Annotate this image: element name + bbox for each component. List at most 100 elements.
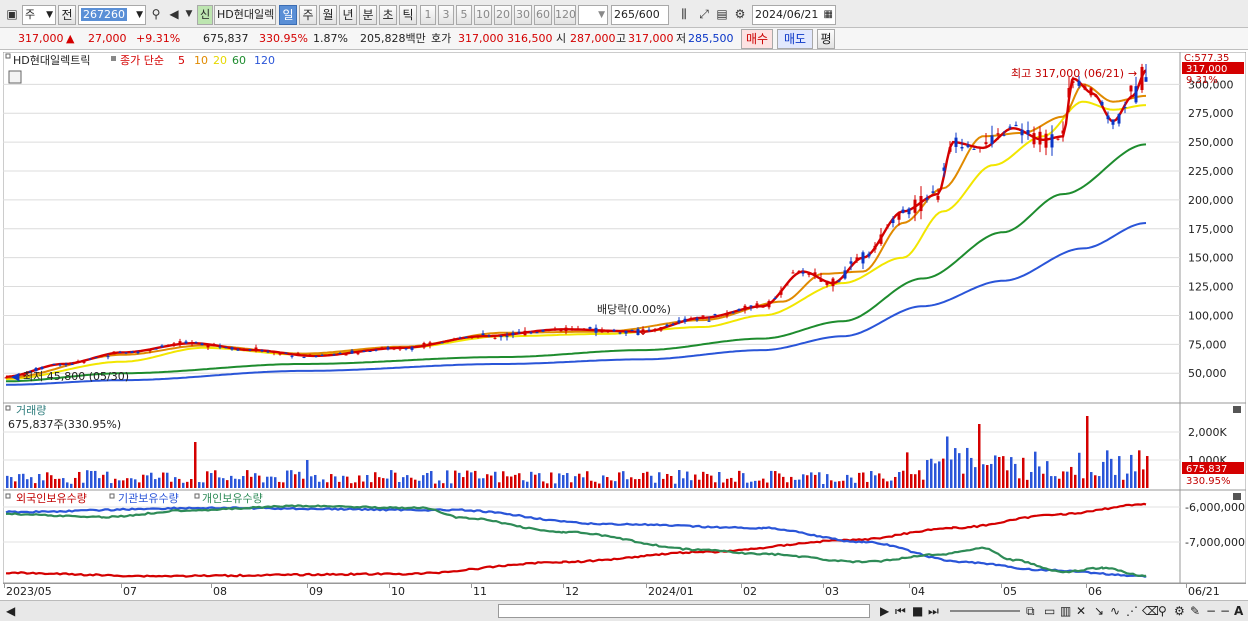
pane-close-icon[interactable] (1233, 406, 1241, 413)
sell-button[interactable]: 매도 (777, 29, 813, 49)
trendline-icon[interactable]: ↘ (1094, 602, 1104, 620)
line-tool-icon[interactable]: ∿ (1110, 602, 1120, 620)
interval-minute[interactable]: 분 (359, 5, 377, 25)
volume-bar (246, 470, 249, 488)
high-arrow-icon: → (1128, 67, 1137, 80)
x-tick-mark (4, 584, 5, 588)
n-20-button[interactable]: 20 (494, 5, 512, 25)
n-120-button[interactable]: 120 (554, 5, 576, 25)
buy-button[interactable]: 매수 (741, 29, 773, 49)
first-page-icon[interactable]: ⏮ (895, 602, 906, 620)
chevron-down-icon: ▼ (46, 10, 53, 20)
candle-body (320, 355, 324, 357)
volume-bar (478, 478, 481, 488)
candle-body (446, 340, 450, 342)
volume-bar (102, 474, 105, 488)
volume-bar (950, 459, 953, 488)
save-icon[interactable]: ▤ (714, 4, 730, 24)
candle-body (689, 317, 693, 320)
candle-body (535, 332, 539, 334)
pencil-icon[interactable]: ✎ (1190, 602, 1200, 620)
stop-icon[interactable]: ■ (912, 602, 923, 620)
high-price: 317,000 (628, 32, 674, 45)
split-icon[interactable]: ▥ (1060, 602, 1071, 620)
interval-second[interactable]: 초 (379, 5, 397, 25)
n-60-button[interactable]: 60 (534, 5, 552, 25)
calculator-icon[interactable] (8, 70, 22, 84)
n-1-button[interactable]: 1 (420, 5, 436, 25)
last-page-icon[interactable]: ⏭ (928, 602, 939, 620)
date-input[interactable]: 2024/06/21 ▦ (752, 5, 836, 25)
interval-tick[interactable]: 틱 (399, 5, 417, 25)
n-5-button[interactable]: 5 (456, 5, 472, 25)
prefix-button[interactable]: 전 (58, 5, 76, 25)
text-tool-icon[interactable]: A (1234, 602, 1243, 620)
volume-bar (254, 473, 257, 488)
eval-button[interactable]: 평 (817, 29, 835, 49)
candle-body (464, 336, 468, 338)
custom-number-select[interactable]: ▼ (578, 5, 608, 25)
interval-year[interactable]: 년 (339, 5, 357, 25)
sound-icon[interactable]: ◀ (166, 4, 182, 24)
volume-chart[interactable]: 거래량 675,837주(330.95%) 2,000K1,000K 675,8… (3, 403, 1246, 490)
volume-bar (314, 474, 317, 488)
candle-body (1144, 77, 1148, 82)
interval-month[interactable]: 월 (319, 5, 337, 25)
x-tick-mark (646, 584, 647, 588)
zoom-icon[interactable]: ⚲ (1158, 602, 1167, 620)
calendar-icon[interactable]: ▦ (824, 6, 833, 24)
scroll-thumb[interactable] (498, 604, 870, 618)
volume-bar (838, 481, 841, 488)
candle-body (136, 351, 140, 354)
drawing-tool-icon[interactable]: ⤢ (696, 4, 712, 24)
stock-name: HD현대일렉 (214, 5, 276, 25)
cross-cursor-icon[interactable]: ✕ (1076, 602, 1086, 620)
period-type-select[interactable]: 주 ▼ (22, 5, 56, 25)
chevron-down-icon[interactable]: ▼ (181, 4, 197, 24)
volume-bar (762, 478, 765, 488)
eraser-icon[interactable]: ⌫ (1142, 602, 1159, 620)
candle-body (154, 348, 158, 350)
volume-bar (502, 471, 505, 488)
volume-bar (1034, 451, 1037, 488)
volume-bar (482, 478, 485, 488)
zoom-slider[interactable] (950, 610, 1020, 612)
line-icon[interactable]: − (1220, 602, 1230, 620)
minus-icon[interactable]: − (1206, 602, 1216, 620)
interval-week[interactable]: 주 (299, 5, 317, 25)
gear-icon[interactable]: ⚙ (732, 4, 748, 24)
volume-bar (642, 472, 645, 488)
volume-bar (738, 470, 741, 488)
price-chart[interactable]: 300,000275,000250,000225,000200,000175,0… (3, 52, 1246, 403)
n-10-button[interactable]: 10 (474, 5, 492, 25)
data-count-field[interactable]: 265/600 (611, 5, 669, 25)
candle-body (40, 366, 44, 370)
n-30-button[interactable]: 30 (514, 5, 532, 25)
window-icon[interactable]: ▭ (1044, 602, 1055, 620)
n-3-button[interactable]: 3 (438, 5, 454, 25)
volume-bar (570, 482, 573, 488)
interval-day[interactable]: 일 (279, 5, 297, 25)
pane-close-icon[interactable] (1233, 493, 1241, 500)
scroll-right-icon[interactable]: ▶ (880, 602, 889, 620)
volume-bar (490, 475, 493, 488)
legend-ma-120: 120 (254, 54, 275, 67)
candle-body (1089, 88, 1093, 96)
candle-type-icon[interactable]: ⫼ (676, 4, 692, 24)
candle-body (106, 356, 110, 358)
volume-bar (930, 458, 933, 488)
window-menu-icon[interactable]: ▣ (4, 4, 20, 24)
stock-code-input[interactable]: 267260 ▼ (78, 5, 146, 25)
volume-bar (70, 483, 73, 488)
search-icon[interactable]: ⚲ (148, 4, 164, 24)
volume-bar (1046, 461, 1049, 488)
holding-chart[interactable]: -6,000,000 -7,000,000 외국인보유수량 기관보유수량 개인보유… (3, 490, 1246, 583)
layout-icon[interactable]: ⧉ (1026, 602, 1035, 620)
volume-bar (318, 481, 321, 488)
volume-bar (242, 476, 245, 488)
candle-body (1050, 134, 1054, 148)
fibo-icon[interactable]: ⋰ (1126, 602, 1138, 620)
scroll-left-icon[interactable]: ◀ (6, 602, 15, 620)
candle-body (440, 342, 444, 344)
settings-small-icon[interactable]: ⚙ (1174, 602, 1185, 620)
